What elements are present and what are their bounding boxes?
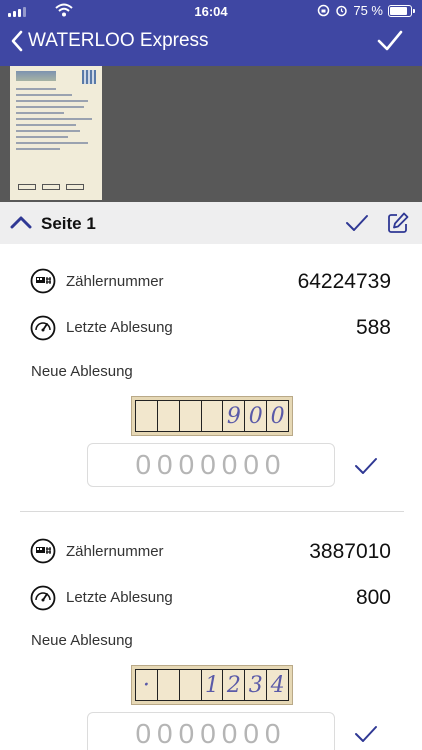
back-button[interactable]: WATERLOO Express (10, 30, 209, 52)
section-title: Seite 1 (41, 214, 96, 233)
digit-cell (158, 401, 180, 431)
confirm-reading-icon[interactable] (354, 724, 378, 744)
meter-number-value: 64224739 (297, 270, 391, 293)
thumbnail-reading-boxes (18, 184, 84, 190)
meter-photo-crop: 9 0 0 (131, 396, 293, 436)
chevron-up-icon[interactable] (10, 214, 32, 230)
new-reading-input[interactable] (87, 712, 335, 750)
orientation-lock-icon (318, 4, 330, 17)
digit-cell: 1 (202, 670, 224, 700)
last-reading-label: Letzte Ablesung (66, 589, 173, 606)
checkmark-icon (377, 30, 403, 51)
card-divider (20, 511, 404, 512)
last-reading-value: 800 (355, 586, 391, 609)
section-confirm-icon[interactable] (344, 211, 370, 235)
navigation-bar: WATERLOO Express (0, 22, 422, 66)
gauge-icon (30, 315, 56, 341)
nav-title: WATERLOO Express (28, 30, 209, 51)
edit-icon[interactable] (386, 211, 410, 235)
meter-number-value: 3887010 (309, 540, 391, 563)
digit-cell: 4 (270, 672, 285, 698)
digit-cell (180, 670, 202, 700)
app-header: 16:04 75 % WATERLOO Express (0, 0, 422, 66)
status-bar: 16:04 75 % (0, 0, 422, 22)
thumbnail-banner (16, 71, 56, 81)
digit-cell (158, 670, 180, 700)
battery-percentage: 75 % (353, 3, 383, 18)
digit-cell: 2 (223, 670, 246, 700)
alarm-icon (336, 5, 348, 17)
new-reading-label: Neue Ablesung (31, 632, 133, 649)
digit-cell (136, 401, 158, 431)
battery-icon (388, 4, 415, 17)
digit-cell: 3 (245, 670, 268, 700)
meter-number-label: Zählernummer (66, 273, 164, 290)
gauge-icon (30, 585, 56, 611)
qr-code-icon (82, 70, 96, 84)
meter-photo-crop: · 1 2 3 4 (131, 665, 293, 705)
digit-cell: · (136, 670, 158, 700)
new-reading-input[interactable] (87, 443, 335, 487)
confirm-reading-icon[interactable] (354, 456, 378, 476)
new-reading-label: Neue Ablesung (31, 363, 133, 380)
digit-cell: 0 (245, 401, 268, 431)
last-reading-value: 588 (355, 316, 391, 339)
document-preview-area (0, 66, 422, 202)
meter-number-icon (30, 268, 56, 294)
digit-cells: 9 0 0 (135, 400, 289, 432)
digit-cell (202, 401, 224, 431)
document-thumbnail[interactable] (10, 66, 102, 200)
digit-cell: 9 (223, 401, 246, 431)
done-button[interactable] (376, 28, 404, 59)
meter-number-icon (30, 538, 56, 564)
meter-number-label: Zählernummer (66, 543, 164, 560)
last-reading-label: Letzte Ablesung (66, 319, 173, 336)
digit-cells: · 1 2 3 4 (135, 669, 289, 701)
digit-cell (180, 401, 202, 431)
chevron-left-icon (11, 30, 23, 52)
thumbnail-text-lines (16, 88, 96, 154)
digit-cell: 0 (270, 403, 285, 429)
section-header: Seite 1 (0, 202, 422, 244)
